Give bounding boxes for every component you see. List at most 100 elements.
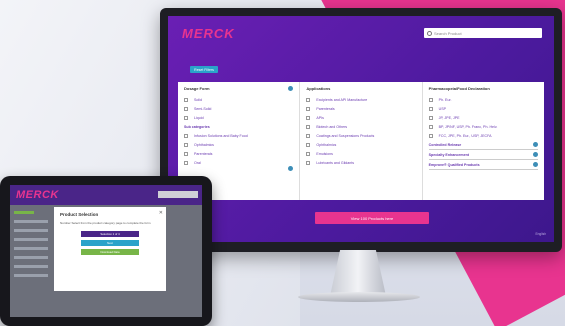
checkbox-row[interactable]: JP, JPE, JPE — [428, 113, 538, 122]
filter-column-pharmacopeia: Pharmacopeia/Food Declaration Ph. Eur. U… — [423, 82, 544, 200]
checkbox-row[interactable]: Ophthalmics — [306, 140, 415, 149]
modal-button-primary[interactable]: Selection 1 of 4 — [81, 231, 139, 237]
expander-emprove[interactable]: Emprove® Qualified Products — [428, 160, 538, 170]
expander-controlled-release[interactable]: Controlled Release — [428, 140, 538, 150]
checkbox[interactable] — [184, 142, 188, 147]
checkbox-row[interactable]: Parenterals — [184, 149, 293, 158]
checkbox-label: BP, JP/NF, USP, Ph. Franc, Ph. Helv. — [438, 124, 498, 129]
checkbox[interactable] — [184, 133, 188, 138]
expander-label: Specialty Enhancement — [428, 152, 469, 157]
checkbox-label: Infusion Solutions and Baby Food — [194, 133, 248, 138]
checkbox-label: Biotech and Others — [316, 124, 348, 129]
checkbox[interactable] — [428, 106, 433, 111]
sidebar-item[interactable] — [14, 220, 48, 223]
checkbox[interactable] — [428, 124, 433, 129]
merck-logo[interactable]: MERCK — [16, 189, 59, 201]
language-selector[interactable]: English — [536, 232, 546, 236]
chevron-down-icon — [532, 152, 538, 157]
checkbox-label: Lubricants and Glidants — [316, 160, 355, 165]
search-placeholder: Search Product — [434, 30, 462, 36]
checkbox[interactable] — [306, 133, 311, 138]
sidebar-item[interactable] — [14, 247, 48, 250]
tablet-device: MERCK ✕ Product Selection Number Select … — [0, 176, 212, 326]
checkbox-label: Excipients and API Manufacture — [316, 97, 368, 102]
checkbox[interactable] — [184, 106, 188, 111]
expander-specialty-enhancement[interactable]: Specialty Enhancement — [428, 150, 538, 160]
sidebar-item[interactable] — [14, 211, 35, 214]
checkbox-label: Emulsions — [316, 151, 333, 156]
modal-button-next[interactable]: Next — [81, 240, 139, 246]
reset-filters-button[interactable]: Reset Filters — [190, 66, 218, 73]
sidebar-item[interactable] — [14, 274, 48, 277]
checkbox-row[interactable]: Solid — [184, 95, 293, 104]
expander-label: Emprove® Qualified Products — [428, 162, 480, 167]
checkbox-row[interactable]: BP, JP/NF, USP, Ph. Franc, Ph. Helv. — [428, 122, 538, 131]
search-input[interactable] — [158, 191, 198, 198]
checkbox-row[interactable]: Liquid — [184, 113, 293, 122]
product-selection-modal: ✕ Product Selection Number Select from t… — [54, 207, 166, 291]
checkbox[interactable] — [428, 115, 433, 120]
filter-column-applications: Applications Excipients and API Manufact… — [300, 82, 423, 200]
chevron-down-icon — [532, 142, 538, 147]
checkbox[interactable] — [306, 151, 311, 156]
checkbox-row[interactable]: Parenterals — [306, 104, 415, 113]
monitor-stand-neck — [330, 250, 386, 296]
checkbox-row[interactable]: Emulsions — [306, 149, 415, 158]
column-heading: Dosage Form — [184, 86, 210, 91]
checkbox-label: Coatings and Suspensions Products — [316, 133, 375, 138]
checkbox[interactable] — [306, 124, 311, 129]
modal-title: Product Selection — [60, 212, 99, 217]
checkbox-row[interactable]: USP — [428, 104, 538, 113]
checkbox-label: Ophthalmics — [316, 142, 337, 147]
close-icon[interactable]: ✕ — [159, 210, 163, 216]
checkbox-row[interactable]: APIs — [306, 113, 415, 122]
checkbox-row[interactable]: Lubricants and Glidants — [306, 158, 415, 167]
checkbox[interactable] — [306, 106, 311, 111]
desktop-header: MERCK Search Product — [168, 16, 554, 50]
checkbox-label: Solid — [194, 97, 202, 102]
subheading: Sub categories — [184, 125, 210, 129]
checkbox-label: JP, JPE, JPE — [438, 115, 460, 120]
checkbox-label: Parenterals — [316, 106, 335, 111]
checkbox[interactable] — [184, 97, 188, 102]
checkbox[interactable] — [306, 115, 311, 120]
checkbox-row[interactable]: Biotech and Others — [306, 122, 415, 131]
checkbox[interactable] — [306, 142, 311, 147]
monitor-stand-base — [298, 292, 420, 302]
sidebar-item[interactable] — [14, 229, 48, 232]
checkbox-row[interactable]: Coatings and Suspensions Products — [306, 131, 415, 140]
checkbox[interactable] — [306, 97, 311, 102]
checkbox-label: FCC, JPE, Ph. Eur., USP, JECFA — [438, 133, 492, 138]
checkbox-label: Ophthalmics — [194, 142, 214, 147]
column-heading: Pharmacopeia/Food Declaration — [428, 86, 490, 91]
checkbox-label: Ph. Eur. — [438, 97, 452, 102]
view-products-button[interactable]: View 100 Products here — [315, 212, 429, 224]
checkbox-row[interactable]: FCC, JPE, Ph. Eur., USP, JECFA — [428, 131, 538, 140]
sidebar-item[interactable] — [14, 256, 48, 259]
info-icon[interactable] — [288, 166, 294, 171]
chevron-down-icon — [532, 162, 538, 167]
modal-button-download[interactable]: Download Data — [81, 249, 139, 255]
checkbox-row[interactable]: Ph. Eur. — [428, 95, 538, 104]
search-input[interactable]: Search Product — [424, 28, 542, 38]
checkbox[interactable] — [428, 133, 433, 138]
tablet-screen: MERCK ✕ Product Selection Number Select … — [10, 185, 202, 317]
checkbox[interactable] — [306, 160, 311, 165]
checkbox[interactable] — [428, 97, 433, 102]
checkbox[interactable] — [184, 151, 188, 156]
checkbox[interactable] — [184, 115, 188, 120]
checkbox[interactable] — [184, 160, 188, 165]
checkbox-row[interactable]: Excipients and API Manufacture — [306, 95, 415, 104]
desktop-monitor: MERCK Search Product Reset Filters Dosag… — [160, 8, 562, 252]
expander-label: Controlled Release — [428, 142, 462, 147]
checkbox-label: Semi-Solid — [194, 106, 212, 111]
sidebar-item[interactable] — [14, 265, 48, 268]
checkbox-label: USP — [438, 106, 447, 111]
merck-logo[interactable]: MERCK — [182, 26, 235, 41]
sidebar-item[interactable] — [14, 238, 48, 241]
checkbox-row[interactable]: Ophthalmics — [184, 140, 293, 149]
checkbox-row[interactable]: Semi-Solid — [184, 104, 293, 113]
checkbox-row[interactable]: Infusion Solutions and Baby Food — [184, 131, 293, 140]
checkbox-row[interactable]: Oral — [184, 158, 293, 167]
checkbox-label: Liquid — [194, 115, 204, 120]
